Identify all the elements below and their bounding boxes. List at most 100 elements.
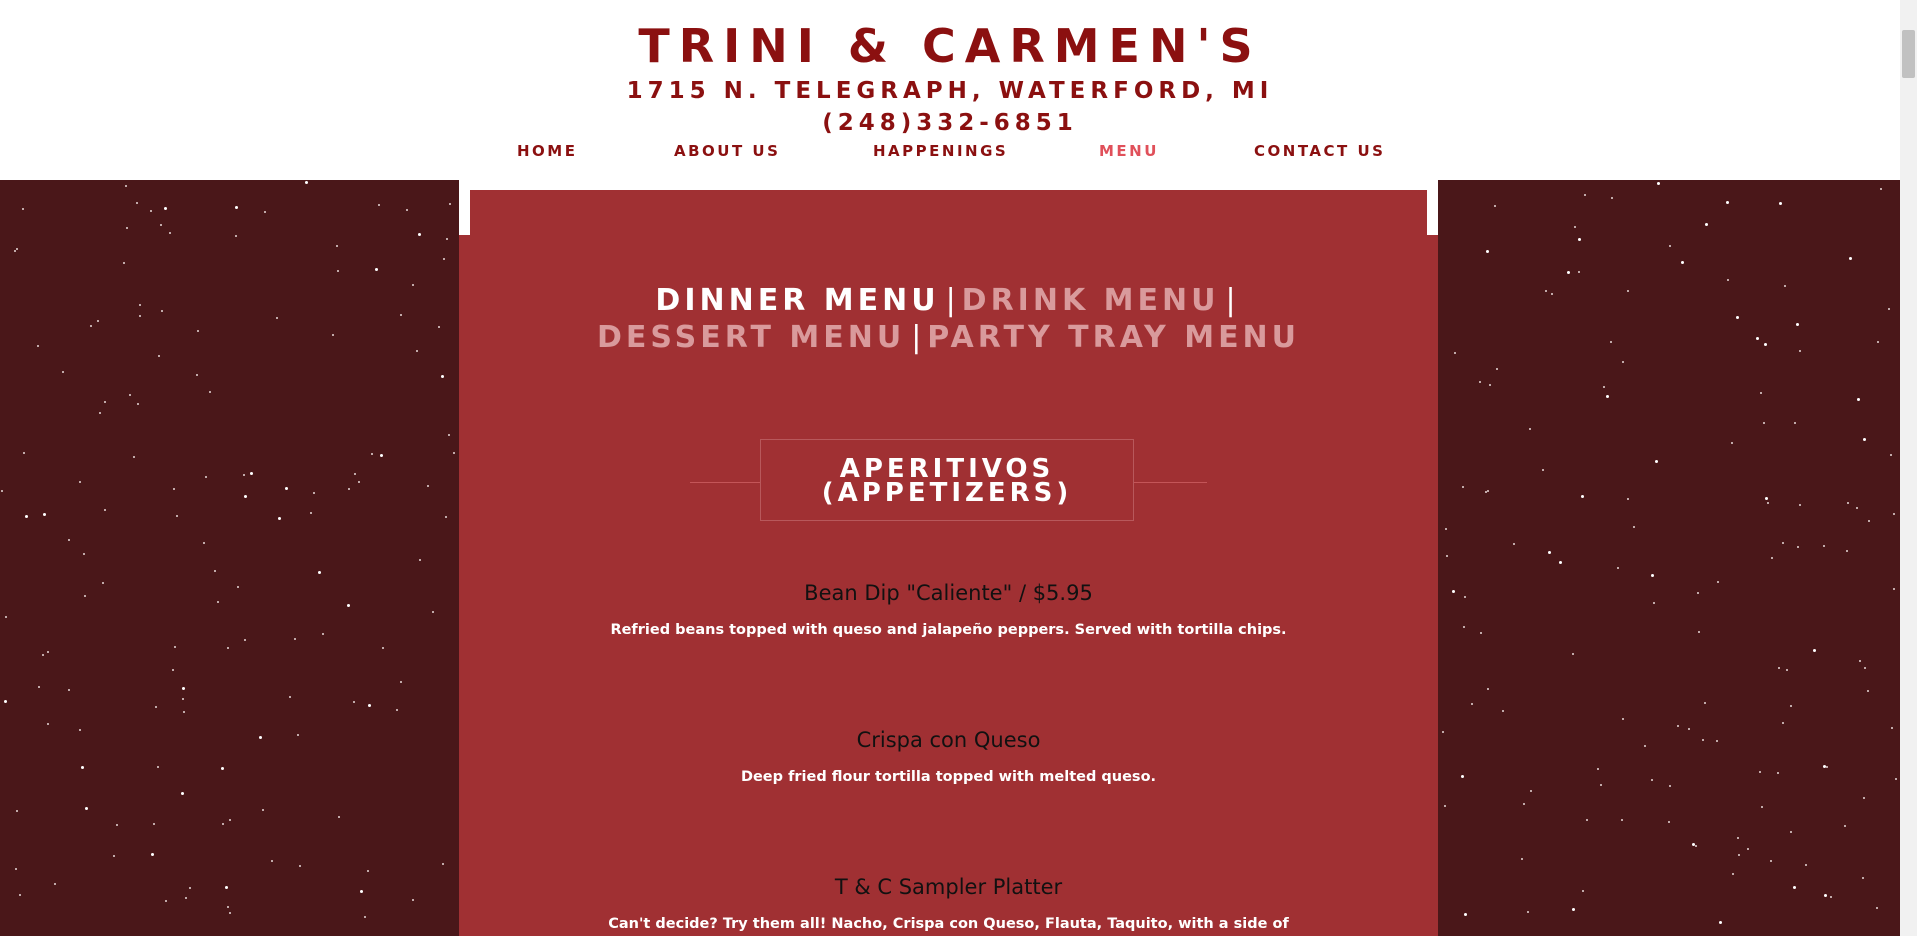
star-dot [174, 646, 176, 648]
star-dot [1760, 392, 1762, 394]
star-dot [133, 456, 135, 458]
star-dot [1548, 551, 1551, 554]
star-dot [453, 452, 455, 454]
menu-panel: DINNER MENU | DRINK MENU | DESSERT MENU | PAR… [459, 190, 1438, 936]
star-dot [161, 310, 163, 312]
star-dot [113, 855, 115, 857]
site-header: TRINI & CARMEN'S 1715 N. TELEGRAPH, WATE… [0, 0, 1900, 180]
star-dot [1600, 784, 1602, 786]
star-dot [47, 723, 49, 725]
star-dot [4, 700, 7, 703]
site-title[interactable]: TRINI & CARMEN'S [0, 18, 1900, 74]
star-dot [285, 487, 288, 490]
star-dot [1487, 490, 1489, 492]
star-dot [84, 595, 86, 597]
star-dot [1627, 290, 1629, 292]
star-dot [1697, 592, 1699, 594]
star-dot [1653, 602, 1655, 604]
star-dot [445, 516, 447, 518]
star-dot [1530, 790, 1532, 792]
star-dot [185, 897, 187, 899]
star-dot [1705, 223, 1708, 226]
tab-dessert-menu[interactable]: DESSERT MENU [597, 320, 905, 355]
star-dot [196, 374, 198, 376]
star-dot [125, 185, 127, 187]
star-dot [22, 208, 24, 210]
star-dot [1454, 352, 1456, 354]
nav-item-home[interactable]: HOME [517, 142, 577, 160]
star-dot [418, 233, 421, 236]
star-dot [289, 696, 291, 698]
star-dot [38, 686, 40, 688]
star-dot [1782, 542, 1784, 544]
star-dot [446, 238, 448, 240]
star-dot [1651, 574, 1654, 577]
star-dot [348, 488, 350, 490]
star-dot [169, 232, 171, 234]
scrollbar-track[interactable] [1900, 0, 1917, 936]
star-dot [412, 284, 414, 286]
star-dot [1487, 688, 1489, 690]
star-dot [129, 394, 131, 396]
star-dot [337, 270, 339, 272]
tab-separator: | [1225, 283, 1236, 318]
nav-item-happenings[interactable]: HAPPENINGS [873, 142, 1008, 160]
star-dot [15, 868, 17, 870]
star-dot [183, 711, 185, 713]
star-dot [1677, 725, 1679, 727]
star-dot [1895, 778, 1897, 780]
star-dot [229, 912, 231, 914]
nav-item-menu[interactable]: MENU [1099, 142, 1159, 160]
star-dot [380, 454, 383, 457]
star-dot [209, 391, 211, 393]
star-dot [1868, 520, 1870, 522]
tab-party-tray-menu[interactable]: PARTY TRAY MENU [927, 320, 1300, 355]
star-dot [1578, 238, 1581, 241]
star-dot [1581, 495, 1584, 498]
star-dot [157, 766, 159, 768]
content-frame: DINNER MENU | DRINK MENU | DESSERT MENU | PAR… [459, 180, 1438, 936]
star-dot [244, 639, 246, 641]
menu-item-description: Refried beans topped with queso and jala… [610, 622, 1287, 638]
star-dot [1794, 422, 1796, 424]
star-dot [85, 807, 88, 810]
tab-drink-menu[interactable]: DRINK MENU [962, 283, 1220, 318]
star-dot [449, 203, 451, 205]
section-heading: APERITIVOS (APPETIZERS) [760, 456, 1134, 506]
star-dot [182, 698, 184, 700]
star-dot [1738, 854, 1740, 856]
star-dot [139, 304, 141, 306]
star-dot [1567, 271, 1570, 274]
star-dot [1863, 438, 1866, 441]
star-dot [338, 816, 340, 818]
star-dot [1513, 543, 1515, 545]
star-dot [1611, 197, 1613, 199]
star-dot [1876, 907, 1878, 909]
star-dot [5, 616, 7, 618]
scrollbar-thumb[interactable] [1902, 30, 1915, 78]
star-dot [1668, 821, 1670, 823]
tab-dinner-menu[interactable]: DINNER MENU [655, 283, 939, 318]
panel-corner-left [459, 190, 470, 235]
star-dot [23, 452, 25, 454]
star-dot [1442, 731, 1444, 733]
star-dot [182, 687, 185, 690]
star-dot [104, 401, 106, 403]
star-dot [1633, 526, 1635, 528]
star-dot [1462, 486, 1464, 488]
star-dot [375, 268, 378, 271]
star-dot [1867, 690, 1869, 692]
star-dot [1761, 806, 1763, 808]
star-dot [1888, 308, 1890, 310]
star-dot [271, 860, 273, 862]
background-left [0, 180, 459, 936]
star-dot [1452, 590, 1455, 593]
star-dot [1464, 596, 1466, 598]
star-dot [155, 706, 157, 708]
nav-item-about-us[interactable]: ABOUT US [674, 142, 780, 160]
star-dot [1681, 261, 1684, 264]
star-dot [1830, 896, 1832, 898]
star-dot [237, 586, 239, 588]
star-dot [353, 701, 355, 703]
nav-item-contact-us[interactable]: CONTACT US [1254, 142, 1385, 160]
